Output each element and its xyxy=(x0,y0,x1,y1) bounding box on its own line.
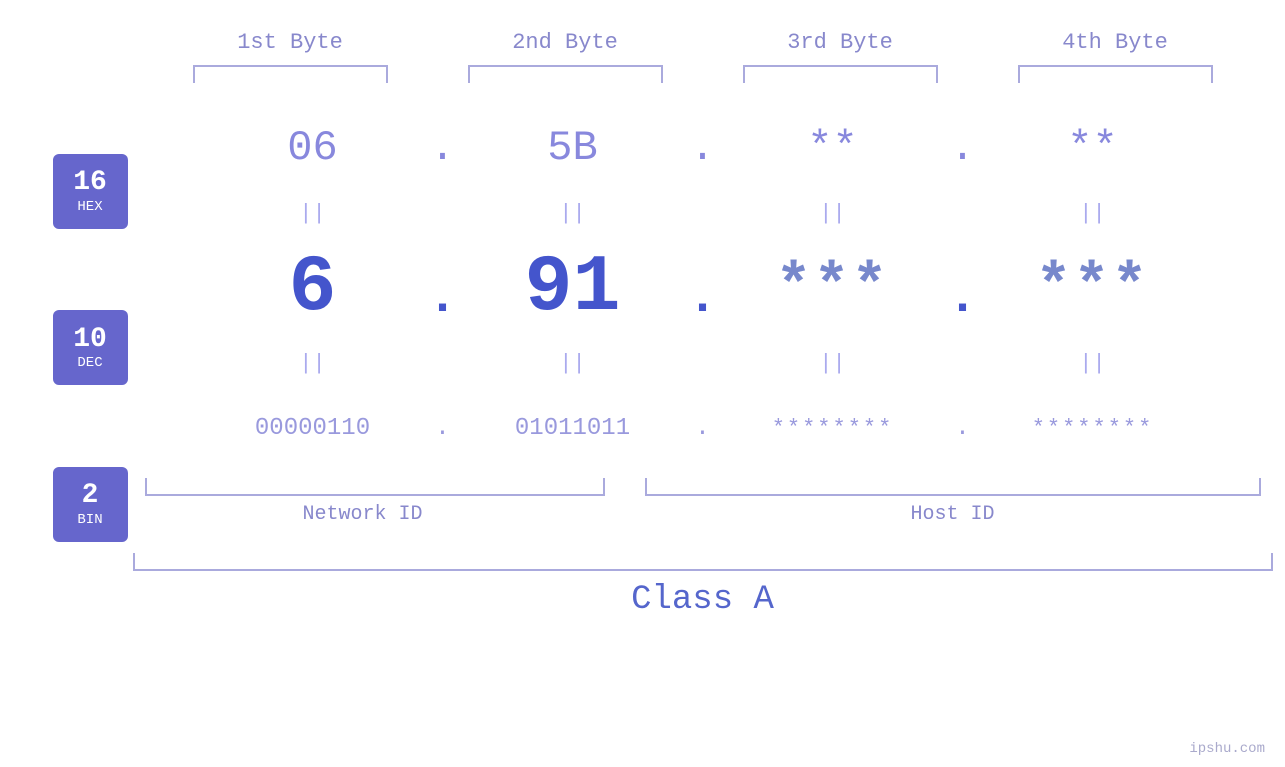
byte2-header: 2nd Byte xyxy=(455,30,675,55)
bracket-top-1 xyxy=(193,65,388,83)
top-brackets-row xyxy=(153,65,1253,83)
hex-byte1: 06 xyxy=(203,124,423,172)
ip-grid: 06 . 5B . ** . ** xyxy=(133,103,1273,619)
bracket-network xyxy=(145,478,605,496)
bracket-host xyxy=(645,478,1261,496)
bin-byte4: ******** xyxy=(983,416,1203,441)
hex-byte3: ** xyxy=(723,124,943,172)
bin-badge-num: 2 xyxy=(82,481,99,512)
hex-badge-num: 16 xyxy=(73,168,107,199)
bin-dot1: . xyxy=(423,415,463,442)
base-badges: 16 HEX 10 DEC 2 BIN xyxy=(13,103,133,583)
dec-byte2: 91 xyxy=(463,243,683,334)
hex-badge: 16 HEX xyxy=(53,154,128,229)
equals1-b1: || xyxy=(203,201,423,226)
equals2-b2: || xyxy=(463,351,683,376)
bin-badge-label: BIN xyxy=(77,512,102,528)
dec-dot3: . xyxy=(943,270,983,307)
network-id-label: Network ID xyxy=(133,503,593,543)
hex-dot2: . xyxy=(683,124,723,172)
dec-byte3: *** xyxy=(723,254,943,322)
equals2-b1: || xyxy=(203,351,423,376)
byte-headers: 1st Byte 2nd Byte 3rd Byte 4th Byte xyxy=(153,30,1253,55)
equals2-b4: || xyxy=(983,351,1203,376)
watermark: ipshu.com xyxy=(1189,741,1265,757)
dec-row: 6 . 91 . *** . *** xyxy=(133,233,1273,343)
id-labels-row: Network ID Host ID xyxy=(133,503,1273,543)
equals1-b2: || xyxy=(463,201,683,226)
bin-byte1: 00000110 xyxy=(203,415,423,442)
equals2-b3: || xyxy=(723,351,943,376)
dec-badge: 10 DEC xyxy=(53,310,128,385)
equals1-b3: || xyxy=(723,201,943,226)
bin-byte3: ******** xyxy=(723,416,943,441)
bottom-section: Network ID Host ID xyxy=(133,478,1273,543)
dec-byte1: 6 xyxy=(203,243,423,334)
labels-gap xyxy=(593,503,633,543)
dec-dot2: . xyxy=(683,270,723,307)
dec-byte4: *** xyxy=(983,254,1203,322)
bracket-top-2 xyxy=(468,65,663,83)
bracket-top-4 xyxy=(1018,65,1213,83)
dec-dot1: . xyxy=(423,270,463,307)
hex-badge-label: HEX xyxy=(77,199,102,215)
hex-dot1: . xyxy=(423,124,463,172)
main-container: 1st Byte 2nd Byte 3rd Byte 4th Byte 16 H… xyxy=(0,0,1285,767)
dec-badge-num: 10 xyxy=(73,325,107,356)
byte1-header: 1st Byte xyxy=(180,30,400,55)
dec-badge-label: DEC xyxy=(77,355,102,371)
host-id-label: Host ID xyxy=(633,503,1273,543)
byte3-header: 3rd Byte xyxy=(730,30,950,55)
bin-dot3: . xyxy=(943,415,983,442)
content-area: 16 HEX 10 DEC 2 BIN 06 . xyxy=(13,103,1273,619)
class-label: Class A xyxy=(133,581,1273,619)
bin-badge: 2 BIN xyxy=(53,467,128,542)
hex-row: 06 . 5B . ** . ** xyxy=(133,103,1273,193)
equals1-b4: || xyxy=(983,201,1203,226)
bracket-top-3 xyxy=(743,65,938,83)
class-bracket xyxy=(133,553,1273,571)
hex-byte4: ** xyxy=(983,124,1203,172)
hex-dot3: . xyxy=(943,124,983,172)
bottom-brackets-row xyxy=(133,478,1273,498)
equals-row-1: || || || || xyxy=(133,193,1273,233)
bin-byte2: 01011011 xyxy=(463,415,683,442)
bin-row: 00000110 . 01011011 . ******** . xyxy=(133,383,1273,473)
byte4-header: 4th Byte xyxy=(1005,30,1225,55)
class-section: Class A xyxy=(133,553,1273,619)
equals-row-2: || || || || xyxy=(133,343,1273,383)
hex-byte2: 5B xyxy=(463,124,683,172)
bin-dot2: . xyxy=(683,415,723,442)
